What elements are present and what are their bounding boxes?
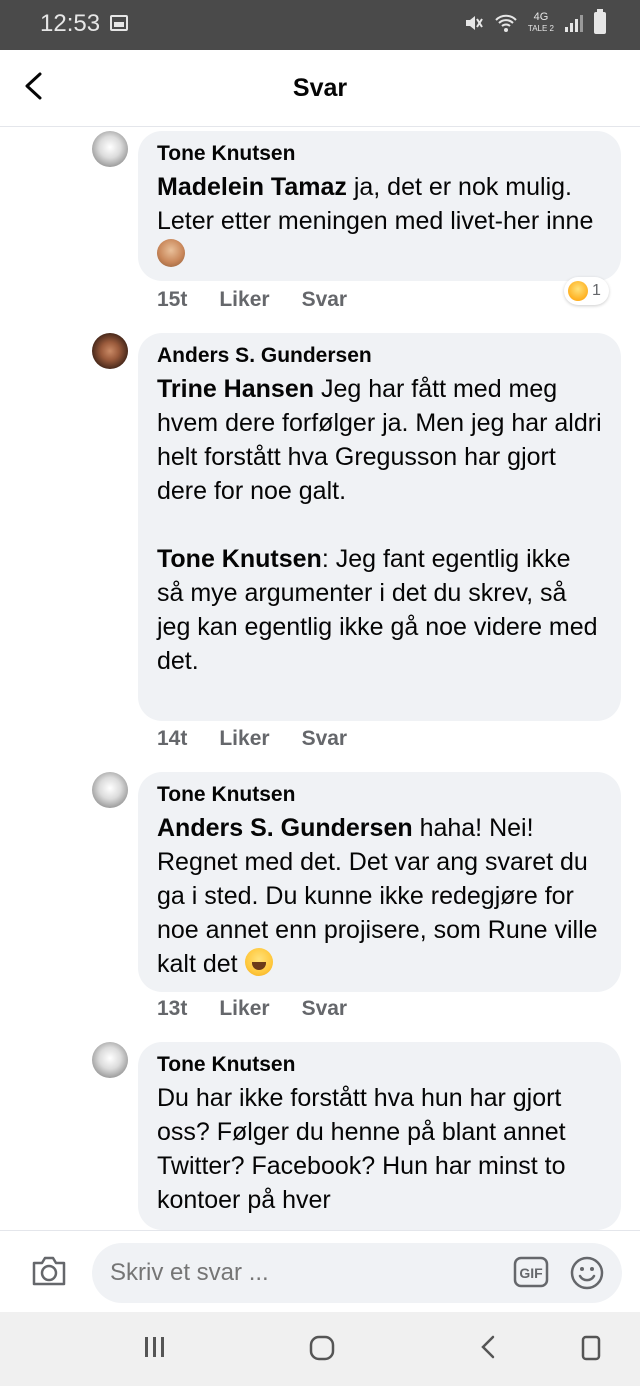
comment-actions: 15t Liker Svar xyxy=(157,288,347,312)
comment-author[interactable]: Tone Knutsen xyxy=(157,142,603,166)
comment-time: 13t xyxy=(157,997,188,1020)
comment-bubble[interactable]: Anders S. Gundersen Trine Hansen Jeg har… xyxy=(138,333,621,721)
like-button[interactable]: Liker xyxy=(219,997,269,1021)
mention-link[interactable]: Madelein Tamaz xyxy=(157,173,347,201)
gif-label: GIF xyxy=(519,1265,543,1281)
reply-button[interactable]: Svar xyxy=(302,288,348,312)
comment-author[interactable]: Anders S. Gundersen xyxy=(157,344,603,368)
status-bar: 12:53 4G TALE 2 xyxy=(0,0,640,50)
reply-button[interactable]: Svar xyxy=(302,727,348,751)
rotate-screen-icon[interactable] xyxy=(578,1334,604,1362)
smiley-icon[interactable] xyxy=(569,1255,605,1291)
camera-icon[interactable] xyxy=(30,1255,68,1287)
comment-actions: 14t Liker Svar xyxy=(157,727,347,751)
comment-time: 14t xyxy=(157,727,188,750)
comment-time: 15t xyxy=(157,288,188,311)
reply-button[interactable]: Svar xyxy=(302,997,348,1021)
comment-bubble[interactable]: Tone Knutsen Du har ikke forstått hva hu… xyxy=(138,1042,621,1230)
reaction-badge[interactable]: 1 xyxy=(564,277,609,305)
comment-text: Anders S. Gundersen haha! Nei! Regnet me… xyxy=(157,814,605,978)
comment-bubble[interactable]: Tone Knutsen Anders S. Gundersen haha! N… xyxy=(138,772,621,992)
system-navigation-bar xyxy=(0,1312,640,1386)
mention-link[interactable]: Tone Knutsen xyxy=(157,545,322,573)
signal-icon xyxy=(565,15,583,32)
mention-link[interactable]: Anders S. Gundersen xyxy=(157,814,413,842)
comment-text: Trine Hansen Jeg har fått med meg hvem d… xyxy=(157,375,609,505)
see-no-evil-monkey-icon xyxy=(157,239,185,267)
like-button[interactable]: Liker xyxy=(219,727,269,751)
battery-icon xyxy=(594,9,606,34)
comment-text: Tone Knutsen: Jeg fant egentlig ikke så … xyxy=(157,545,605,675)
reply-composer: GIF xyxy=(0,1230,640,1313)
home-icon[interactable] xyxy=(308,1334,336,1362)
reaction-count: 1 xyxy=(592,282,601,299)
avatar[interactable] xyxy=(92,772,128,808)
like-button[interactable]: Liker xyxy=(219,288,269,312)
page-title: Svar xyxy=(292,74,348,102)
comment-author[interactable]: Tone Knutsen xyxy=(157,783,603,807)
gallery-notification-icon xyxy=(110,15,128,31)
comment-text: Du har ikke forstått hva hun har gjort o… xyxy=(157,1084,573,1214)
laughing-face-icon xyxy=(568,281,588,301)
mention-link[interactable]: Trine Hansen xyxy=(157,375,314,403)
comment-actions: 13t Liker Svar xyxy=(157,997,347,1021)
gif-icon[interactable]: GIF xyxy=(513,1255,549,1289)
wifi-icon xyxy=(495,14,517,32)
comment-text: Madelein Tamaz ja, det er nok mulig. Let… xyxy=(157,170,603,272)
comment-list[interactable]: Tone Knutsen Madelein Tamaz ja, det er n… xyxy=(0,127,640,1230)
recent-apps-icon[interactable] xyxy=(142,1334,168,1360)
grinning-squinting-face-icon xyxy=(244,948,273,976)
comment-author[interactable]: Tone Knutsen xyxy=(157,1053,603,1077)
network-type: 4G TALE 2 xyxy=(527,11,554,34)
status-time: 12:53 xyxy=(40,10,101,37)
avatar[interactable] xyxy=(92,1042,128,1078)
mute-icon xyxy=(465,16,483,30)
avatar[interactable] xyxy=(92,131,128,167)
header: Svar xyxy=(0,50,640,127)
comment-bubble[interactable]: Tone Knutsen Madelein Tamaz ja, det er n… xyxy=(138,131,621,281)
back-icon[interactable] xyxy=(476,1334,502,1360)
avatar[interactable] xyxy=(92,333,128,369)
status-icons: 4G TALE 2 xyxy=(464,9,606,34)
